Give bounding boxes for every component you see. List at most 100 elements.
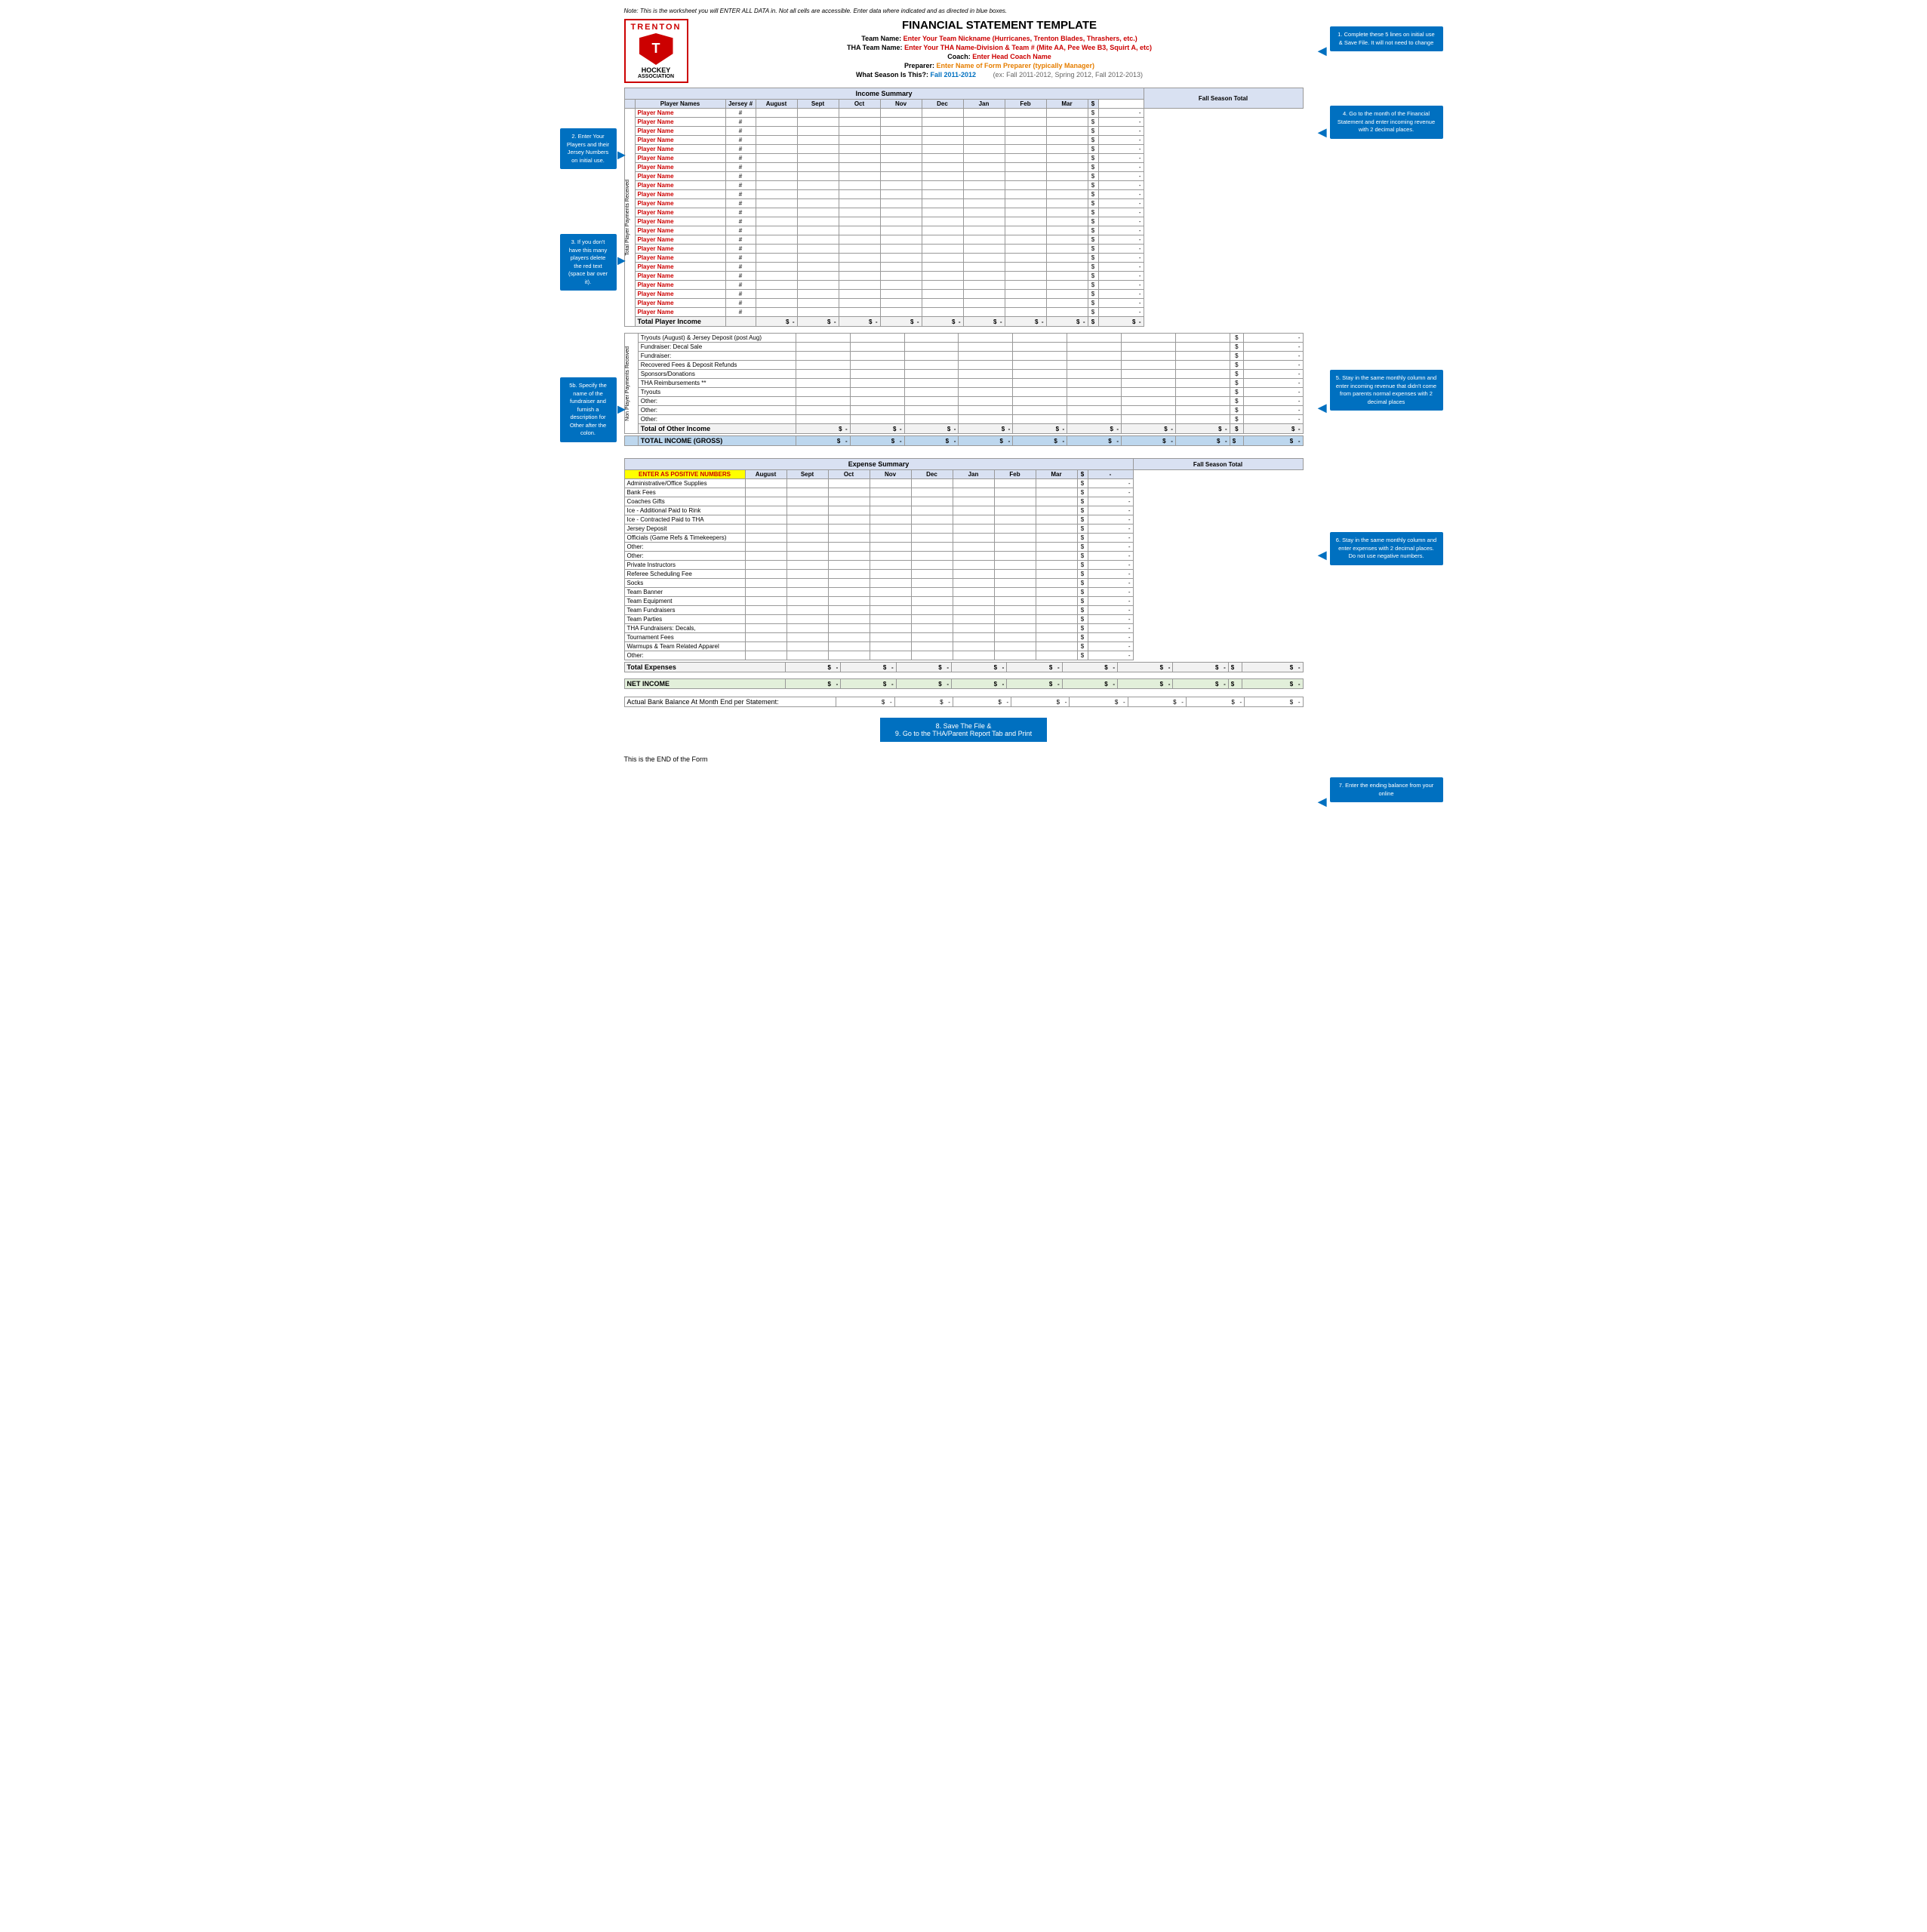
- other-oct-cell[interactable]: [904, 406, 959, 415]
- other-dec-cell[interactable]: [1013, 388, 1067, 397]
- other-oct-cell[interactable]: [904, 361, 959, 370]
- expense-dec-cell[interactable]: [911, 579, 953, 588]
- expense-sept-cell[interactable]: [786, 633, 828, 642]
- expense-oct-cell[interactable]: [828, 561, 870, 570]
- expense-jan-cell[interactable]: [953, 534, 994, 543]
- player-aug-cell[interactable]: [756, 217, 797, 226]
- jersey-number-cell[interactable]: #: [725, 208, 756, 217]
- player-oct-cell[interactable]: [839, 118, 880, 127]
- expense-feb-cell[interactable]: [994, 552, 1036, 561]
- player-mar-cell[interactable]: [1046, 181, 1088, 190]
- expense-oct-cell[interactable]: [828, 597, 870, 606]
- expense-oct-cell[interactable]: [828, 552, 870, 561]
- player-dec-cell[interactable]: [922, 109, 963, 118]
- expense-dec-cell[interactable]: [911, 651, 953, 660]
- expense-feb-cell[interactable]: [994, 624, 1036, 633]
- expense-aug-cell[interactable]: [745, 479, 786, 488]
- player-oct-cell[interactable]: [839, 199, 880, 208]
- expense-sept-cell[interactable]: [786, 543, 828, 552]
- other-jan-cell[interactable]: [1067, 343, 1122, 352]
- player-oct-cell[interactable]: [839, 290, 880, 299]
- expense-jan-cell[interactable]: [953, 543, 994, 552]
- other-aug-cell[interactable]: [796, 379, 850, 388]
- player-mar-cell[interactable]: [1046, 154, 1088, 163]
- other-dec-cell[interactable]: [1013, 343, 1067, 352]
- expense-nov-cell[interactable]: [870, 651, 911, 660]
- jersey-number-cell[interactable]: #: [725, 172, 756, 181]
- expense-nov-cell[interactable]: [870, 552, 911, 561]
- other-jan-cell[interactable]: [1067, 406, 1122, 415]
- player-dec-cell[interactable]: [922, 172, 963, 181]
- player-name-cell[interactable]: Player Name: [635, 163, 725, 172]
- expense-nov-cell[interactable]: [870, 515, 911, 525]
- player-jan-cell[interactable]: [963, 118, 1005, 127]
- expense-feb-cell[interactable]: [994, 561, 1036, 570]
- other-oct-cell[interactable]: [904, 343, 959, 352]
- player-dec-cell[interactable]: [922, 290, 963, 299]
- other-dec-cell[interactable]: [1013, 406, 1067, 415]
- player-feb-cell[interactable]: [1005, 281, 1046, 290]
- other-nov-cell[interactable]: [959, 388, 1013, 397]
- jersey-number-cell[interactable]: #: [725, 217, 756, 226]
- player-jan-cell[interactable]: [963, 181, 1005, 190]
- player-dec-cell[interactable]: [922, 163, 963, 172]
- player-nov-cell[interactable]: [880, 308, 922, 317]
- player-jan-cell[interactable]: [963, 199, 1005, 208]
- player-aug-cell[interactable]: [756, 118, 797, 127]
- expense-mar-cell[interactable]: [1036, 515, 1077, 525]
- other-oct-cell[interactable]: [904, 388, 959, 397]
- player-aug-cell[interactable]: [756, 172, 797, 181]
- player-feb-cell[interactable]: [1005, 272, 1046, 281]
- player-sept-cell[interactable]: [797, 290, 839, 299]
- other-feb-cell[interactable]: [1122, 343, 1176, 352]
- player-aug-cell[interactable]: [756, 245, 797, 254]
- other-jan-cell[interactable]: [1067, 415, 1122, 424]
- player-aug-cell[interactable]: [756, 190, 797, 199]
- player-name-cell[interactable]: Player Name: [635, 263, 725, 272]
- other-feb-cell[interactable]: [1122, 361, 1176, 370]
- expense-mar-cell[interactable]: [1036, 497, 1077, 506]
- player-nov-cell[interactable]: [880, 127, 922, 136]
- expense-mar-cell[interactable]: [1036, 479, 1077, 488]
- expense-oct-cell[interactable]: [828, 543, 870, 552]
- other-mar-cell[interactable]: [1175, 343, 1230, 352]
- other-oct-cell[interactable]: [904, 370, 959, 379]
- expense-sept-cell[interactable]: [786, 570, 828, 579]
- other-aug-cell[interactable]: [796, 397, 850, 406]
- player-aug-cell[interactable]: [756, 299, 797, 308]
- other-oct-cell[interactable]: [904, 397, 959, 406]
- expense-mar-cell[interactable]: [1036, 534, 1077, 543]
- player-nov-cell[interactable]: [880, 245, 922, 254]
- player-feb-cell[interactable]: [1005, 109, 1046, 118]
- expense-oct-cell[interactable]: [828, 615, 870, 624]
- player-aug-cell[interactable]: [756, 263, 797, 272]
- expense-sept-cell[interactable]: [786, 597, 828, 606]
- other-oct-cell[interactable]: [904, 334, 959, 343]
- other-feb-cell[interactable]: [1122, 388, 1176, 397]
- player-name-cell[interactable]: Player Name: [635, 181, 725, 190]
- expense-oct-cell[interactable]: [828, 525, 870, 534]
- expense-feb-cell[interactable]: [994, 633, 1036, 642]
- player-sept-cell[interactable]: [797, 263, 839, 272]
- expense-jan-cell[interactable]: [953, 588, 994, 597]
- player-sept-cell[interactable]: [797, 136, 839, 145]
- player-dec-cell[interactable]: [922, 199, 963, 208]
- player-sept-cell[interactable]: [797, 109, 839, 118]
- player-feb-cell[interactable]: [1005, 217, 1046, 226]
- other-jan-cell[interactable]: [1067, 370, 1122, 379]
- expense-jan-cell[interactable]: [953, 642, 994, 651]
- expense-mar-cell[interactable]: [1036, 651, 1077, 660]
- expense-feb-cell[interactable]: [994, 497, 1036, 506]
- expense-sept-cell[interactable]: [786, 651, 828, 660]
- expense-aug-cell[interactable]: [745, 515, 786, 525]
- expense-oct-cell[interactable]: [828, 633, 870, 642]
- expense-dec-cell[interactable]: [911, 588, 953, 597]
- player-feb-cell[interactable]: [1005, 290, 1046, 299]
- player-aug-cell[interactable]: [756, 199, 797, 208]
- expense-mar-cell[interactable]: [1036, 606, 1077, 615]
- player-dec-cell[interactable]: [922, 154, 963, 163]
- expense-dec-cell[interactable]: [911, 597, 953, 606]
- player-feb-cell[interactable]: [1005, 226, 1046, 235]
- other-mar-cell[interactable]: [1175, 361, 1230, 370]
- other-mar-cell[interactable]: [1175, 388, 1230, 397]
